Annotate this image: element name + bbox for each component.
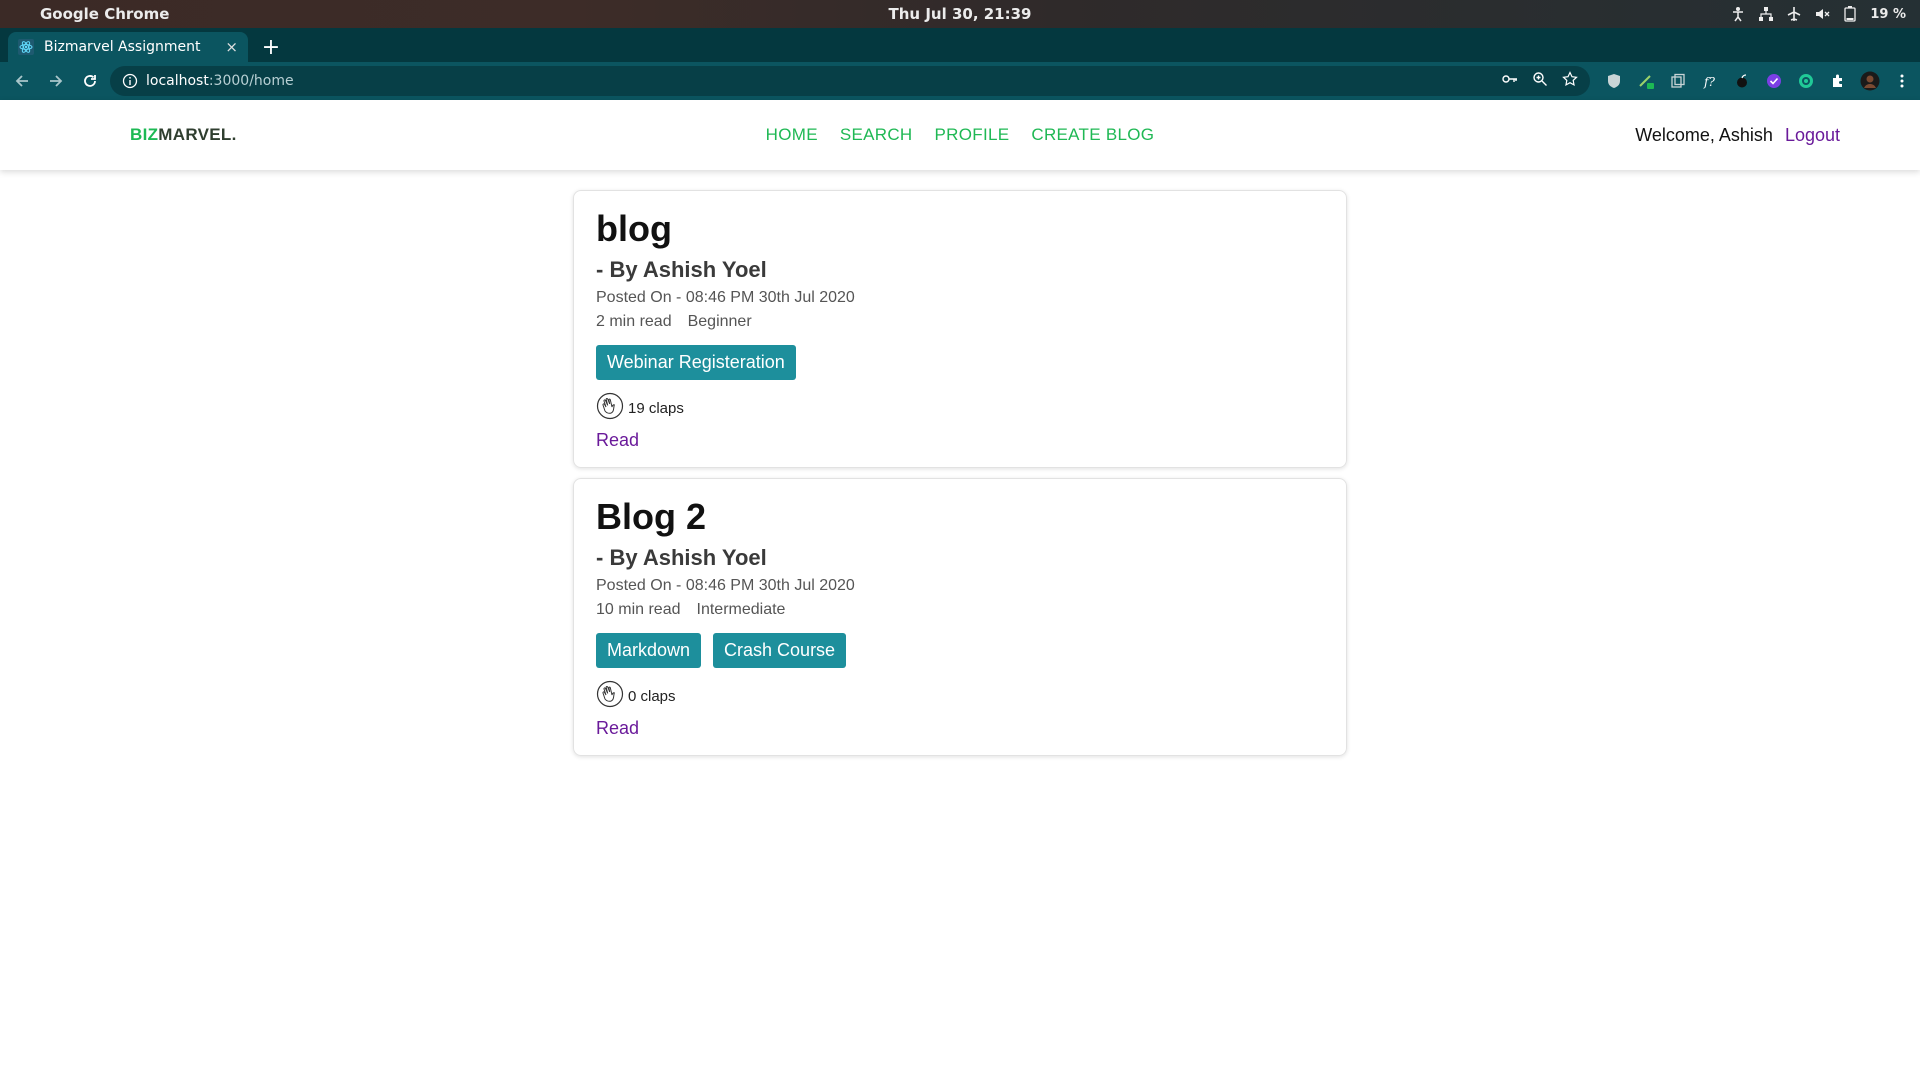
reload-icon[interactable]	[76, 67, 104, 95]
key-icon[interactable]	[1502, 71, 1518, 91]
blog-title: blog	[596, 208, 672, 249]
nav-search[interactable]: SEARCH	[840, 125, 913, 145]
extensions-row: f?	[1604, 71, 1912, 91]
omnibox-actions	[1502, 71, 1578, 91]
address-bar[interactable]: localhost:3000/home	[110, 66, 1590, 96]
brand-prefix: BIZ	[130, 125, 159, 144]
battery-percentage: 19 %	[1870, 6, 1906, 22]
blog-posted-date: Posted On - 08:46 PM 30th Jul 2020	[596, 577, 855, 594]
clap-icon[interactable]	[596, 680, 624, 712]
profile-avatar-icon[interactable]	[1860, 71, 1880, 91]
blog-meta-row: 10 min read Intermediate	[596, 601, 1324, 619]
shield-extension-icon[interactable]	[1604, 71, 1624, 91]
url-path: :3000/home	[208, 73, 294, 89]
brand-suffix: MARVEL.	[158, 125, 237, 144]
puzzle-extensions-icon[interactable]	[1828, 71, 1848, 91]
os-top-bar: Google Chrome Thu Jul 30, 21:39 19 %	[0, 0, 1920, 28]
react-favicon-icon	[18, 39, 34, 55]
blog-read-time: 2 min read	[596, 313, 672, 330]
copy-extension-icon[interactable]	[1668, 71, 1688, 91]
blog-posted-date: Posted On - 08:46 PM 30th Jul 2020	[596, 289, 855, 306]
tab-close-icon[interactable]: ×	[225, 38, 238, 56]
tab-title: Bizmarvel Assignment	[44, 39, 201, 55]
browser-toolbar: localhost:3000/home f?	[0, 62, 1920, 100]
volume-muted-icon[interactable]	[1814, 6, 1830, 22]
blog-author: - By Ashish Yoel	[596, 545, 767, 570]
nav-create-blog[interactable]: CREATE BLOG	[1031, 125, 1154, 145]
svg-text:f?: f?	[1703, 75, 1715, 89]
nav-home[interactable]: HOME	[766, 125, 818, 145]
site-info-icon[interactable]	[122, 73, 138, 89]
nav-profile[interactable]: PROFILE	[935, 125, 1010, 145]
url-host: localhost	[146, 73, 209, 89]
zoom-icon[interactable]	[1532, 71, 1548, 91]
bookmark-star-icon[interactable]	[1562, 71, 1578, 91]
blog-level: Intermediate	[696, 601, 786, 618]
logout-link[interactable]: Logout	[1785, 125, 1840, 146]
blog-read-time: 10 min read	[596, 601, 681, 618]
main-nav-links: HOME SEARCH PROFILE CREATE BLOG	[766, 125, 1155, 145]
chrome-menu-icon[interactable]	[1892, 71, 1912, 91]
airplane-mode-icon[interactable]	[1786, 6, 1802, 22]
new-tab-button[interactable]: +	[256, 32, 286, 62]
target-extension-icon[interactable]	[1796, 71, 1816, 91]
claps-count: 19 claps	[628, 399, 684, 417]
user-area: Welcome, Ashish Logout	[1635, 125, 1840, 146]
back-arrow-icon[interactable]	[8, 67, 36, 95]
blog-tags: Markdown Crash Course	[596, 633, 1324, 668]
claps-row: 0 claps	[596, 680, 1324, 712]
read-link[interactable]: Read	[596, 718, 639, 739]
network-icon[interactable]	[1758, 6, 1774, 22]
blog-level: Beginner	[687, 313, 752, 330]
blog-card: Blog 2 - By Ashish Yoel Posted On - 08:4…	[573, 478, 1347, 756]
os-clock[interactable]: Thu Jul 30, 21:39	[889, 5, 1032, 23]
fruit-extension-icon[interactable]	[1732, 71, 1752, 91]
check-extension-icon[interactable]	[1764, 71, 1784, 91]
os-app-name[interactable]: Google Chrome	[40, 5, 169, 23]
system-tray: 19 %	[1730, 6, 1906, 22]
pen-extension-icon[interactable]	[1636, 71, 1656, 91]
browser-tab[interactable]: Bizmarvel Assignment ×	[8, 32, 248, 62]
blog-title: Blog 2	[596, 496, 707, 537]
clap-icon[interactable]	[596, 392, 624, 424]
blog-card: blog - By Ashish Yoel Posted On - 08:46 …	[573, 190, 1347, 468]
blog-meta-row: 2 min read Beginner	[596, 313, 1324, 331]
claps-count: 0 claps	[628, 687, 676, 705]
read-link[interactable]: Read	[596, 430, 639, 451]
font-extension-icon[interactable]: f?	[1700, 71, 1720, 91]
claps-row: 19 claps	[596, 392, 1324, 424]
brand-logo[interactable]: BIZMARVEL.	[130, 125, 237, 145]
welcome-text: Welcome, Ashish	[1635, 124, 1773, 145]
forward-arrow-icon[interactable]	[42, 67, 70, 95]
tag-button[interactable]: Webinar Registeration	[596, 345, 796, 380]
blog-list: blog - By Ashish Yoel Posted On - 08:46 …	[573, 190, 1347, 756]
site-navbar: BIZMARVEL. HOME SEARCH PROFILE CREATE BL…	[0, 100, 1920, 170]
accessibility-icon[interactable]	[1730, 6, 1746, 22]
blog-author: - By Ashish Yoel	[596, 257, 767, 282]
blog-tags: Webinar Registeration	[596, 345, 1324, 380]
battery-icon[interactable]	[1842, 6, 1858, 22]
tag-button[interactable]: Markdown	[596, 633, 702, 668]
tab-strip: Bizmarvel Assignment × +	[0, 28, 1920, 62]
tag-button[interactable]: Crash Course	[713, 633, 847, 668]
